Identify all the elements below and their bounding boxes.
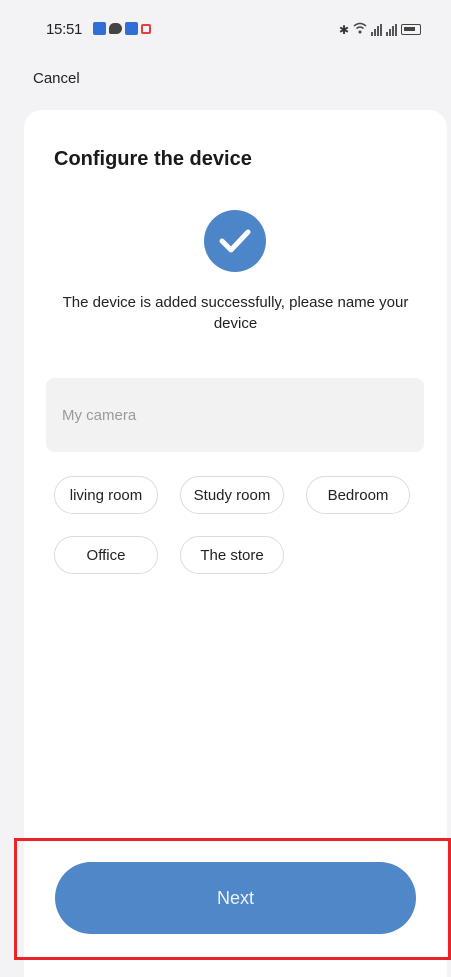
chat-icon	[109, 23, 122, 34]
signal-icon-2	[386, 23, 397, 36]
signal-icon	[371, 23, 382, 36]
status-system-icons: ✱	[339, 22, 421, 37]
notification-square-icon	[93, 22, 106, 35]
status-time: 15:51	[46, 21, 83, 38]
battery-icon	[401, 24, 421, 35]
device-name-input[interactable]	[46, 378, 424, 452]
screen: 15:51 ✱ Cancel Configure the device The …	[0, 0, 451, 977]
page-title: Configure the device	[54, 148, 252, 170]
check-circle-icon	[204, 210, 266, 272]
cancel-button[interactable]: Cancel	[33, 70, 80, 87]
wifi-icon	[353, 22, 367, 37]
status-notification-icons	[93, 22, 151, 35]
success-message: The device is added successfully, please…	[62, 294, 409, 332]
mail-icon	[141, 23, 151, 34]
app-icon	[125, 22, 138, 35]
room-chip-study-room[interactable]: Study room	[180, 476, 284, 514]
room-chip-bedroom[interactable]: Bedroom	[306, 476, 410, 514]
status-bar: 15:51 ✱	[0, 0, 451, 60]
room-chip-the-store[interactable]: The store	[180, 536, 284, 574]
room-chip-office[interactable]: Office	[54, 536, 158, 574]
room-chip-living-room[interactable]: living room	[54, 476, 158, 514]
next-button[interactable]: Next	[55, 862, 416, 934]
bluetooth-icon: ✱	[338, 22, 349, 37]
